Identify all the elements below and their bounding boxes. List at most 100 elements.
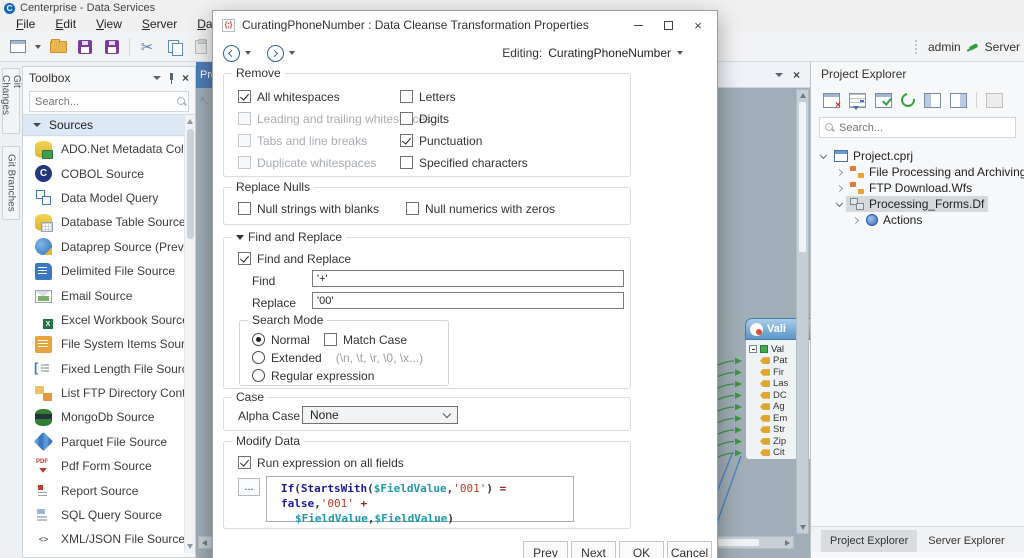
expression-editor[interactable]: If(StartsWith($FieldValue,'001') = false… [266,476,574,522]
find-replace-enable-checkbox[interactable]: Find and Replace [238,252,351,265]
radio-icon[interactable] [252,351,265,364]
ok-button[interactable]: OK [619,541,664,558]
refresh-icon[interactable] [898,90,917,109]
checkbox-icon[interactable] [400,134,413,147]
project-search-input[interactable] [839,122,1010,134]
find-input[interactable] [312,270,624,287]
save-all-icon[interactable] [102,37,122,57]
open-icon[interactable] [48,37,68,57]
new-document-dropdown-icon[interactable] [35,45,41,49]
cut-icon[interactable]: ✂ [137,37,157,57]
toolbox-item[interactable]: Excel Workbook Source [23,308,184,332]
replace-nulls-checkbox[interactable]: Null strings with blanks [238,202,406,215]
pin-icon[interactable] [168,73,175,84]
scrollbar-thumb[interactable] [799,102,806,252]
replace-input[interactable] [312,292,624,309]
radio-icon[interactable] [252,369,265,382]
toolbox-item[interactable]: SQL Query Source [23,503,184,527]
menu-item[interactable]: Server [132,17,187,31]
back-icon[interactable] [223,45,240,62]
radio-icon[interactable] [252,333,265,346]
tree-item[interactable]: Actions [811,212,1024,228]
expander-icon[interactable] [836,184,843,191]
scroll-down-icon[interactable] [187,544,193,549]
scroll-right-icon[interactable] [785,540,790,546]
toolbox-item[interactable]: COBOL Source [23,161,184,185]
scrollbar-thumb[interactable] [187,129,194,239]
add-resources-icon[interactable] [849,93,866,108]
checkbox-icon[interactable] [238,112,251,125]
toolbox-item[interactable]: Fixed Length File Source [23,357,184,381]
toolbox-item[interactable]: XML/JSON File Source [23,527,184,551]
checkbox-icon[interactable] [400,90,413,103]
expander-icon[interactable] [836,168,843,175]
checkbox-icon[interactable] [238,252,251,265]
new-folder-icon[interactable] [986,93,1003,108]
copy-icon[interactable] [164,37,184,57]
explorer-tab[interactable]: Report Prop [1016,530,1024,552]
save-icon[interactable] [75,37,95,57]
toolbox-item[interactable]: File System Items Source [23,332,184,356]
find-replace-section-header[interactable]: Find and Replace [232,230,346,244]
forward-history-icon[interactable] [289,51,295,55]
tree-item[interactable]: Project.cprj [811,148,1024,164]
toolbox-item[interactable]: Report Source [23,478,184,502]
checkbox-icon[interactable] [238,134,251,147]
next-button[interactable]: Next [571,541,616,558]
tree-item[interactable]: FTP Download.Wfs [811,180,1024,196]
expression-builder-button[interactable]: ... [238,478,260,496]
alpha-case-select[interactable]: None [302,406,458,424]
explorer-tab[interactable]: Project Explorer [821,530,917,552]
new-document-icon[interactable] [8,37,28,57]
toolbox-item[interactable]: Delimited File Source [23,259,184,283]
paste-icon[interactable] [191,37,211,57]
document-list-icon[interactable] [775,73,783,77]
scroll-down-icon[interactable] [800,525,806,530]
scroll-up-icon[interactable] [187,119,193,124]
explorer-tab[interactable]: Server Explorer [919,530,1013,552]
editing-dropdown-icon[interactable] [677,51,683,55]
git-changes-tab[interactable]: Git Changes [2,68,20,134]
close-icon[interactable]: × [182,72,189,84]
cancel-button[interactable]: Cancel [667,541,712,558]
expander-icon[interactable] [836,199,843,206]
expander-icon[interactable] [852,216,859,223]
back-history-icon[interactable] [245,51,251,55]
checkbox-icon[interactable] [238,202,251,215]
remove-option-checkbox[interactable]: Letters [400,90,528,103]
menu-item[interactable]: File [6,17,45,31]
toolbox-item[interactable]: Parquet File Source [23,430,184,454]
toolbox-item[interactable]: Pdf Form Source [23,454,184,478]
toolbox-search-input[interactable] [35,96,177,108]
search-mode-radio[interactable]: Extended (\n, \t, \r, \0, \x...) [252,351,423,364]
toolbox-item[interactable]: List FTP Directory Contents [23,381,184,405]
checkbox-icon[interactable] [238,456,251,469]
collapse-section-icon[interactable] [236,235,244,240]
checkbox-icon[interactable] [238,156,251,169]
toolbox-section-sources[interactable]: Sources [23,114,195,136]
menu-item[interactable]: Edit [45,17,86,31]
scroll-up-icon[interactable] [800,93,806,98]
checkbox-icon[interactable] [324,333,337,346]
menu-item[interactable]: View [86,17,132,31]
git-branches-tab[interactable]: Git Branches [2,146,20,220]
tree-item[interactable]: File Processing and Archiving.Wfs [811,164,1024,180]
canvas-vertical-scrollbar[interactable] [796,89,809,534]
dataflow-document-tab[interactable]: Pro [196,62,212,88]
toolbox-scrollbar[interactable] [184,115,195,553]
toolbox-item[interactable]: Database Table Source [23,210,184,234]
collapse-icon[interactable] [33,123,41,127]
checkbox-icon[interactable] [400,156,413,169]
verify-project-icon[interactable] [875,93,892,108]
toolbox-item[interactable]: ADO.Net Metadata Collections [23,137,184,161]
collapse-node-icon[interactable] [749,345,757,353]
toolbox-menu-icon[interactable] [153,76,161,80]
search-mode-radio[interactable]: Regular expression [252,369,423,382]
run-expression-checkbox[interactable]: Run expression on all fields [238,456,404,469]
close-project-icon[interactable] [823,93,840,108]
remove-option-checkbox[interactable]: Digits [400,112,528,125]
tree-item[interactable]: Processing_Forms.Df [811,196,1024,212]
checkbox-icon[interactable] [406,202,419,215]
toolbox-item[interactable]: Email Source [23,283,184,307]
prev-button[interactable]: Prev [523,541,568,558]
